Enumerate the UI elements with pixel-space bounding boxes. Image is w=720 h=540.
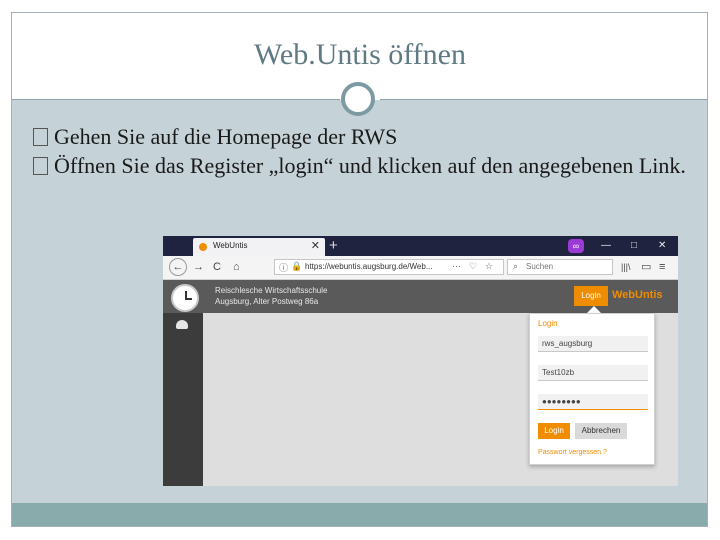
url-text: https://webuntis.augsburg.de/Web... [305,262,433,271]
tab-strip: WebUntis ✕ + ∞ — □ ✕ [163,236,678,256]
browser-tab[interactable]: WebUntis ✕ [193,238,325,256]
search-placeholder: Suchen [526,262,554,271]
cancel-button[interactable]: Abbrechen [575,423,627,439]
password-field[interactable]: ●●●●●●●● [538,394,648,410]
school-field[interactable]: rws_augsburg [538,336,648,352]
sidebar-toggle-icon[interactable]: ▭ [641,260,651,274]
webuntis-favicon-icon [199,243,207,251]
title-divider-left [12,99,340,100]
school-clock-logo-icon [171,284,199,312]
library-icon[interactable]: |||\ [621,260,631,274]
page-actions-icon[interactable]: ··· [452,261,461,271]
bullet-text: Gehen Sie auf die Homepage der RWS [54,124,398,149]
dashboard-icon[interactable] [176,320,188,329]
search-field[interactable]: ⌕ Suchen [507,259,613,275]
navigation-bar: ← → C ⌂ ⓘ 🔒 https://webuntis.augsburg.de… [163,256,678,280]
menu-icon[interactable]: ≡ [659,260,665,274]
webuntis-sidebar [163,313,203,486]
username-field[interactable]: Test10zb [538,365,648,381]
divider-circle-ornament [341,82,375,116]
home-button[interactable]: ⌂ [233,260,240,274]
info-icon: ⓘ [279,263,289,273]
pocket-icon[interactable]: ♡ [469,261,477,272]
browser-screenshot: WebUntis ✕ + ∞ — □ ✕ ← → C ⌂ ⓘ 🔒 https:/… [163,236,678,486]
private-mode-icon: ∞ [568,239,584,253]
footer-bar [12,503,707,526]
window-close-button[interactable]: ✕ [658,236,666,256]
bullet-item: Öffnen Sie das Register „login“ und klic… [32,151,692,180]
tab-close-icon[interactable]: ✕ [311,239,320,252]
dropdown-caret [587,306,601,313]
address-bar[interactable]: ⓘ 🔒 https://webuntis.augsburg.de/Web... … [274,259,504,275]
minimize-button[interactable]: — [601,236,611,256]
bookmark-star-icon[interactable]: ☆ [485,261,493,272]
login-panel-title: Login [538,319,558,328]
maximize-button[interactable]: □ [631,236,637,256]
school-address: Augsburg, Alter Postweg 86a [215,297,319,306]
back-button[interactable]: ← [169,258,187,276]
webuntis-logo: WebUntis [612,289,663,301]
forward-button[interactable]: → [193,260,204,274]
bullet-text: Öffnen Sie das Register „login“ und klic… [54,153,686,178]
login-dropdown: Login rws_augsburg Test10zb ●●●●●●●● Log… [529,313,655,465]
bullet-item: Gehen Sie auf die Homepage der RWS [32,122,692,151]
title-divider-right [380,99,707,100]
header-login-button[interactable]: Login [574,286,608,306]
slide-title: Web.Untis öffnen [254,38,466,71]
bullet-list: Gehen Sie auf die Homepage der RWS Öffne… [32,122,692,180]
new-tab-button[interactable]: + [329,236,338,256]
lock-icon: 🔒 [291,261,303,271]
school-name: Reischlesche Wirtschaftsschule [215,286,328,295]
search-icon: ⌕ [513,261,519,271]
forgot-password-link[interactable]: Passwort vergessen ? [538,449,607,456]
login-button[interactable]: Login [538,423,570,439]
reload-button[interactable]: C [213,260,221,274]
tab-title: WebUntis [213,241,248,250]
